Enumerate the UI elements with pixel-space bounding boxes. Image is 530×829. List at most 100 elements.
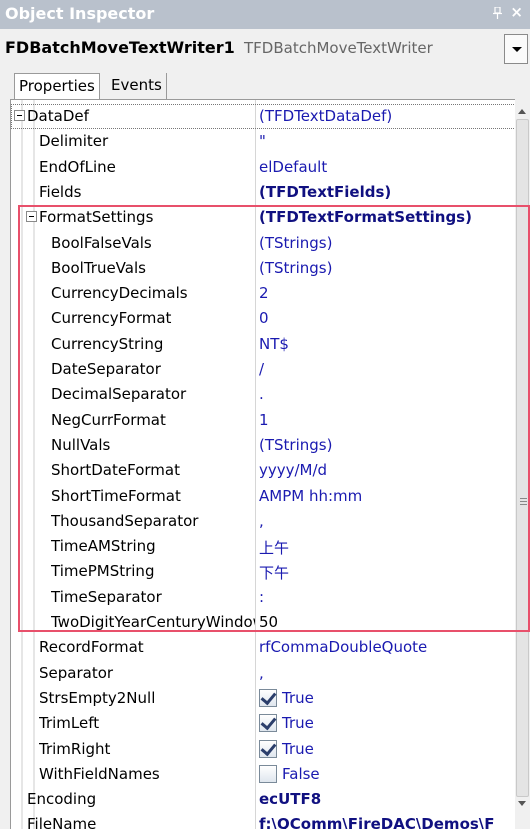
property-name[interactable]: CurrencyString — [51, 335, 255, 353]
property-value[interactable]: (TFDTextFormatSettings) — [259, 208, 514, 226]
property-name[interactable]: ThousandSeparator — [51, 512, 255, 530]
vertical-scrollbar[interactable] — [515, 99, 530, 829]
property-value[interactable]: 下午 — [259, 562, 514, 583]
property-name[interactable]: Encoding — [27, 790, 255, 808]
property-row[interactable]: CurrencyFormat 0 — [11, 306, 515, 331]
chevron-down-icon[interactable] — [504, 34, 528, 64]
property-value[interactable]: yyyy/M/d — [259, 461, 514, 479]
tab-events[interactable]: Events — [107, 73, 167, 99]
property-row[interactable]: Separator, — [11, 661, 515, 686]
property-value[interactable]: 50 — [259, 613, 514, 631]
property-name[interactable]: Fields — [39, 183, 255, 201]
property-row[interactable]: DataDef (TFDTextDataDef) — [11, 104, 515, 129]
property-name[interactable]: CurrencyDecimals — [51, 284, 255, 302]
property-value[interactable]: 2 — [259, 284, 514, 302]
property-row[interactable]: Delimiter " — [11, 129, 515, 154]
property-row[interactable]: NegCurrFormat 1 — [11, 408, 515, 433]
property-name[interactable]: TwoDigitYearCenturyWindow — [51, 613, 255, 631]
property-row[interactable]: ShortDateFormat yyyy/M/d — [11, 458, 515, 483]
property-value[interactable]: f:\QComm\FireDAC\Demos\F — [259, 815, 514, 829]
property-value[interactable]: (TStrings) — [259, 259, 514, 277]
property-name[interactable]: ShortDateFormat — [51, 461, 255, 479]
property-row[interactable]: ThousandSeparator, — [11, 509, 515, 534]
property-value[interactable]: (TFDTextFields) — [259, 183, 514, 201]
property-name[interactable]: NegCurrFormat — [51, 411, 255, 429]
property-value[interactable]: (TStrings) — [259, 436, 514, 454]
property-row[interactable]: TimeSeparator: — [11, 585, 515, 610]
property-row[interactable]: BoolTrueVals (TStrings) — [11, 256, 515, 281]
property-name[interactable]: TimeSeparator — [51, 588, 255, 606]
property-row[interactable]: TimeAMString 上午 — [11, 534, 515, 559]
close-icon[interactable]: × — [510, 4, 523, 20]
property-name[interactable]: ShortTimeFormat — [51, 487, 255, 505]
property-name[interactable]: StrsEmpty2Null — [39, 689, 255, 707]
property-checkbox[interactable] — [259, 739, 277, 758]
property-name[interactable]: TrimRight — [39, 740, 255, 758]
property-value[interactable]: True — [282, 740, 314, 758]
tab-properties[interactable]: Properties — [14, 73, 100, 100]
scroll-down-icon[interactable] — [518, 801, 526, 806]
property-name[interactable]: Separator — [39, 664, 255, 682]
property-value[interactable]: (TStrings) — [259, 234, 514, 252]
property-row[interactable]: ShortTimeFormat AMPM hh:mm — [11, 484, 515, 509]
property-value[interactable]: 上午 — [259, 537, 514, 558]
property-value[interactable]: ecUTF8 — [259, 790, 514, 808]
property-row[interactable]: DateSeparator / — [11, 357, 515, 382]
property-row[interactable]: WithFieldNames False — [11, 762, 515, 787]
property-value[interactable]: False — [282, 765, 320, 783]
property-value[interactable]: True — [282, 689, 314, 707]
property-row[interactable]: BoolFalseVals (TStrings) — [11, 231, 515, 256]
property-name[interactable]: CurrencyFormat — [51, 309, 255, 327]
property-name[interactable]: BoolTrueVals — [51, 259, 255, 277]
property-value[interactable]: rfCommaDoubleQuote — [259, 638, 514, 656]
pin-icon[interactable] — [493, 7, 502, 19]
property-value[interactable]: , — [259, 512, 514, 530]
property-name[interactable]: EndOfLine — [39, 158, 255, 176]
property-row[interactable]: StrsEmpty2Null True — [11, 686, 515, 711]
scroll-thumb[interactable] — [516, 119, 529, 797]
property-name[interactable]: DecimalSeparator — [51, 385, 255, 403]
property-name[interactable]: TimePMString — [51, 562, 255, 580]
property-row[interactable]: CurrencyDecimals 2 — [11, 281, 515, 306]
property-value[interactable]: / — [259, 360, 514, 378]
property-value[interactable]: NT$ — [259, 335, 514, 353]
property-name[interactable]: DateSeparator — [51, 360, 255, 378]
property-row[interactable]: RecordFormat rfCommaDoubleQuote — [11, 635, 515, 660]
property-name[interactable]: TrimLeft — [39, 714, 255, 732]
property-value[interactable]: 1 — [259, 411, 514, 429]
property-value[interactable]: elDefault — [259, 158, 514, 176]
property-value[interactable]: AMPM hh:mm — [259, 487, 514, 505]
property-row[interactable]: FileName f:\QComm\FireDAC\Demos\F — [11, 812, 515, 829]
property-name[interactable]: RecordFormat — [39, 638, 255, 656]
property-value[interactable]: : — [259, 588, 514, 606]
property-row[interactable]: TrimLeft True — [11, 711, 515, 736]
collapse-icon[interactable] — [26, 211, 37, 223]
property-checkbox[interactable] — [259, 714, 277, 733]
property-row[interactable]: DecimalSeparator. — [11, 382, 515, 407]
property-row[interactable]: EndOfLine elDefault — [11, 155, 515, 180]
property-row[interactable]: CurrencyString NT$ — [11, 332, 515, 357]
property-value[interactable]: 0 — [259, 309, 514, 327]
scroll-up-icon[interactable] — [518, 109, 526, 114]
property-value[interactable]: , — [259, 664, 514, 682]
property-checkbox[interactable] — [259, 764, 277, 783]
property-row[interactable]: TrimRight True — [11, 737, 515, 762]
property-row[interactable]: Encoding ecUTF8 — [11, 787, 515, 812]
property-row[interactable]: NullVals (TStrings) — [11, 433, 515, 458]
property-row[interactable]: TwoDigitYearCenturyWindow 50 — [11, 610, 515, 635]
property-value[interactable]: . — [259, 385, 514, 403]
property-name[interactable]: TimeAMString — [51, 537, 255, 555]
object-selector[interactable]: FDBatchMoveTextWriter1 TFDBatchMoveTextW… — [0, 29, 530, 66]
property-name[interactable]: WithFieldNames — [39, 765, 255, 783]
property-value[interactable]: True — [282, 714, 314, 732]
property-value[interactable]: " — [259, 132, 514, 150]
property-name[interactable]: FileName — [27, 815, 255, 829]
property-row[interactable]: TimePMString 下午 — [11, 559, 515, 584]
property-name[interactable]: BoolFalseVals — [51, 234, 255, 252]
property-row[interactable]: Fields (TFDTextFields) — [11, 180, 515, 205]
property-row[interactable]: FormatSettings (TFDTextFormatSettings) — [11, 205, 515, 230]
property-name[interactable]: FormatSettings — [39, 208, 255, 226]
property-checkbox[interactable] — [259, 688, 277, 707]
property-name[interactable]: NullVals — [51, 436, 255, 454]
property-name[interactable]: Delimiter — [39, 132, 255, 150]
